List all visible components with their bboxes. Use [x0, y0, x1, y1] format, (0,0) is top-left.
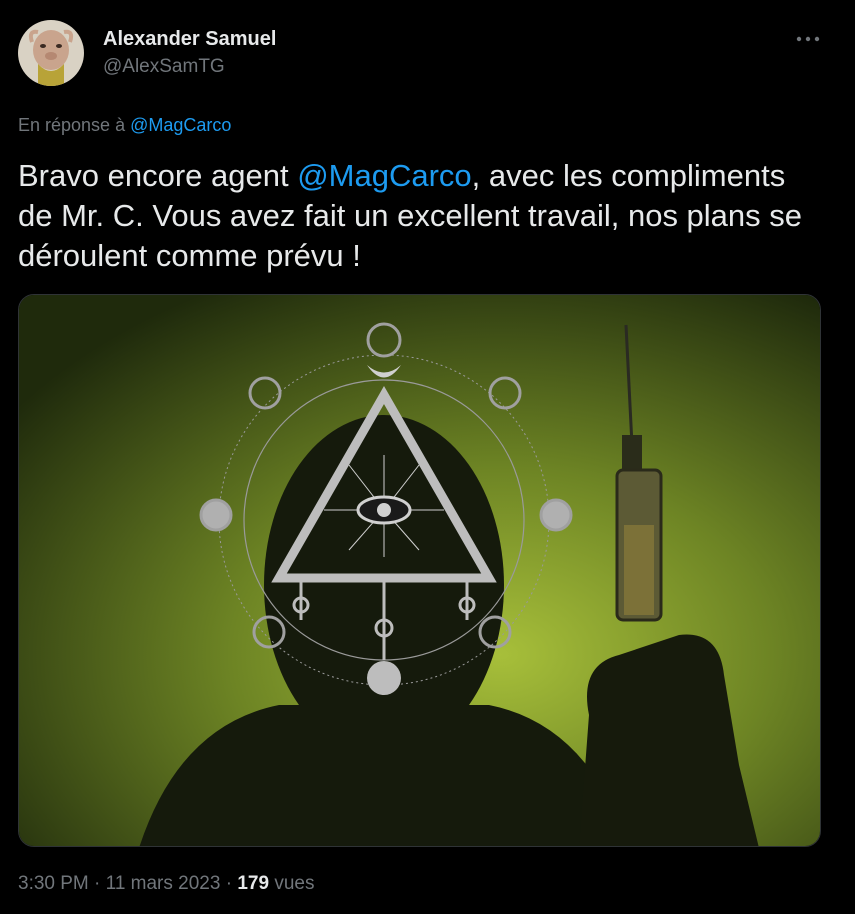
more-horizontal-icon — [796, 36, 820, 42]
meta-separator: · — [94, 873, 101, 894]
tweet-media[interactable] — [18, 294, 821, 847]
tweet-meta: 3:30 PM · 11 mars 2023 · 179 vues — [18, 873, 314, 895]
tweet-text-before: Bravo encore agent — [18, 158, 298, 193]
avatar-image — [18, 20, 84, 86]
reply-mention-link[interactable]: @MagCarco — [130, 115, 231, 135]
author-handle[interactable]: @AlexSamTG — [103, 56, 225, 78]
tweet-mention-link[interactable]: @MagCarco — [297, 158, 471, 193]
illuminati-syringe-image — [19, 295, 820, 846]
more-options-button[interactable] — [791, 26, 825, 52]
meta-separator: · — [225, 873, 233, 894]
reply-context: En réponse à @MagCarco — [18, 115, 231, 136]
avatar[interactable] — [18, 20, 84, 86]
tweet-text: Bravo encore agent @MagCarco, avec les c… — [18, 156, 818, 276]
views-count: 179 — [237, 873, 270, 894]
reply-prefix: En réponse à — [18, 115, 126, 135]
tweet-date[interactable]: 11 mars 2023 — [106, 873, 221, 894]
tweet-time[interactable]: 3:30 PM — [18, 873, 89, 894]
author-name[interactable]: Alexander Samuel — [103, 28, 276, 51]
views-label: vues — [274, 873, 315, 894]
